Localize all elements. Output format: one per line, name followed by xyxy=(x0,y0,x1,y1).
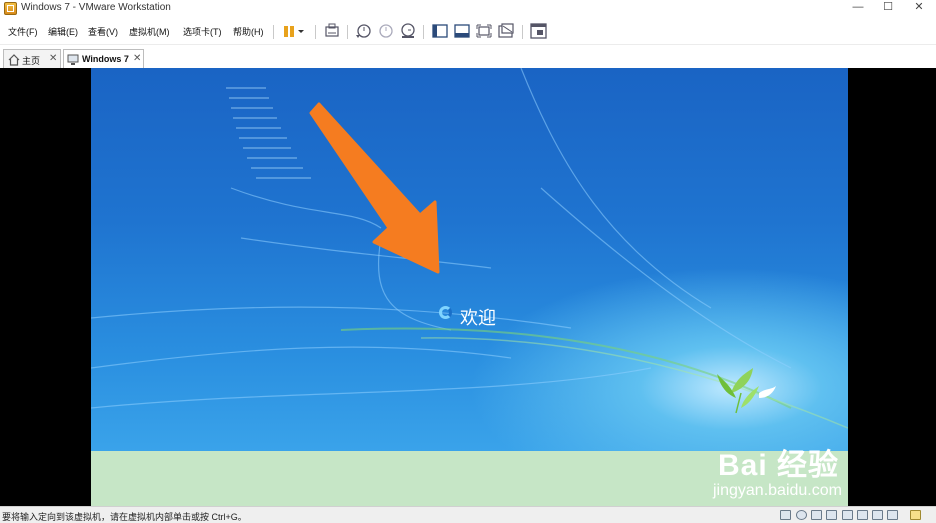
minimize-button[interactable]: — xyxy=(843,0,873,16)
title-bar: Windows 7 - VMware Workstation — ☐ ✕ xyxy=(0,0,936,18)
show-library-icon[interactable] xyxy=(430,21,450,41)
toolbar-separator xyxy=(423,25,424,39)
tab-bar: 主页 ✕ Windows 7 ✕ xyxy=(0,44,936,69)
tab-windows7-close-icon[interactable]: ✕ xyxy=(133,53,141,64)
maximize-button[interactable]: ☐ xyxy=(873,0,903,16)
send-keys-icon[interactable] xyxy=(322,21,342,41)
hard-disk-icon[interactable] xyxy=(780,510,791,520)
toolbar-separator xyxy=(315,25,316,39)
sound-card-icon[interactable] xyxy=(857,510,868,520)
tab-windows7-label: Windows 7 xyxy=(82,54,129,64)
tab-home-label: 主页 xyxy=(22,56,41,66)
unity-icon[interactable] xyxy=(496,21,516,41)
message-log-icon[interactable] xyxy=(910,510,921,520)
welcome-text: 欢迎 xyxy=(460,308,496,329)
vmware-app-icon xyxy=(4,2,17,15)
toolbar-separator xyxy=(273,25,274,39)
desktop-wallpaper xyxy=(91,68,848,429)
thumbnail-bar-icon[interactable] xyxy=(452,21,472,41)
snapshot-icon[interactable] xyxy=(353,21,373,41)
snapshot-manager-icon[interactable] xyxy=(398,21,418,41)
tab-windows7[interactable]: Windows 7 ✕ xyxy=(63,49,144,68)
baidu-jingyan-watermark: Bai 经验 xyxy=(718,449,840,482)
status-message: 要将输入定向到该虚拟机，请在虚拟机内部单击或按 Ctrl+G。 xyxy=(2,512,247,522)
guest-screen[interactable] xyxy=(91,68,848,451)
full-screen-icon[interactable] xyxy=(474,21,494,41)
network-adapter-icon[interactable] xyxy=(826,510,837,520)
close-button[interactable]: ✕ xyxy=(904,0,934,16)
cd-dvd-icon[interactable] xyxy=(796,510,807,520)
toolbar-separator xyxy=(522,25,523,39)
display-icon[interactable] xyxy=(887,510,898,520)
usb-controller-icon[interactable] xyxy=(842,510,853,520)
tab-home[interactable]: 主页 ✕ xyxy=(3,49,61,68)
printer-icon[interactable] xyxy=(872,510,883,520)
floppy-icon[interactable] xyxy=(811,510,822,520)
revert-snapshot-icon[interactable] xyxy=(376,21,396,41)
console-view-icon[interactable] xyxy=(528,21,548,41)
toolbar xyxy=(0,21,560,41)
window-title: Windows 7 - VMware Workstation xyxy=(21,2,171,13)
watermark-url: jingyan.baidu.com xyxy=(713,482,842,499)
status-bar: 要将输入定向到该虚拟机，请在虚拟机内部单击或按 Ctrl+G。 xyxy=(0,506,936,523)
loading-spinner-icon xyxy=(439,306,452,319)
tab-home-close-icon[interactable]: ✕ xyxy=(49,53,57,64)
toolbar-separator xyxy=(347,25,348,39)
mouse-cursor-icon xyxy=(338,136,351,153)
dropdown-icon[interactable] xyxy=(295,21,307,41)
